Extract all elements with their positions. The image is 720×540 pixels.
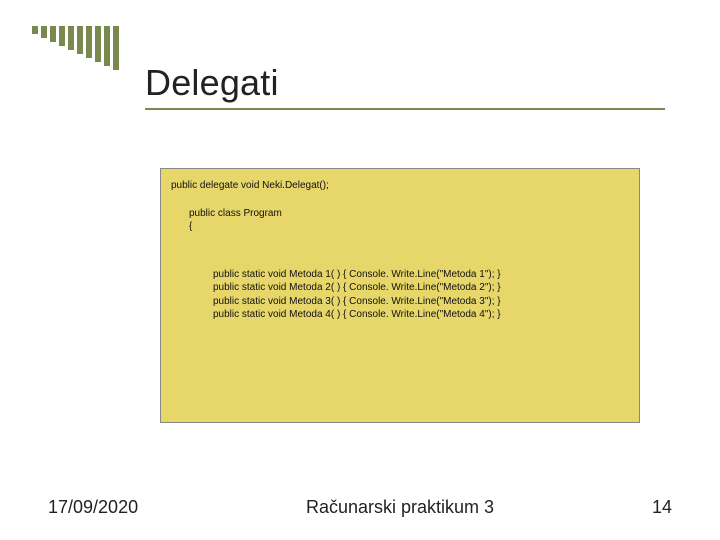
code-line-method-4: public static void Metoda 4( ) { Console… xyxy=(213,308,629,322)
code-line-open-brace: { xyxy=(189,220,629,234)
code-line-method-3: public static void Metoda 3( ) { Console… xyxy=(213,295,629,309)
title-wrap: Delegati xyxy=(145,62,279,104)
slide: Delegati public delegate void Neki.Deleg… xyxy=(0,0,720,540)
page-title: Delegati xyxy=(145,62,279,104)
code-block: public delegate void Neki.Delegat(); pub… xyxy=(160,168,640,423)
footer-page-number: 14 xyxy=(632,497,672,518)
code-line-delegate: public delegate void Neki.Delegat(); xyxy=(171,179,629,193)
title-underline xyxy=(145,108,665,110)
slide-footer: 17/09/2020 Računarski praktikum 3 14 xyxy=(0,497,720,518)
code-line-method-1: public static void Metoda 1( ) { Console… xyxy=(213,268,629,282)
footer-date: 17/09/2020 xyxy=(48,497,168,518)
accent-bars xyxy=(32,26,119,70)
footer-course: Računarski praktikum 3 xyxy=(168,497,632,518)
code-line-class: public class Program xyxy=(189,207,629,221)
code-line-method-2: public static void Metoda 2( ) { Console… xyxy=(213,281,629,295)
